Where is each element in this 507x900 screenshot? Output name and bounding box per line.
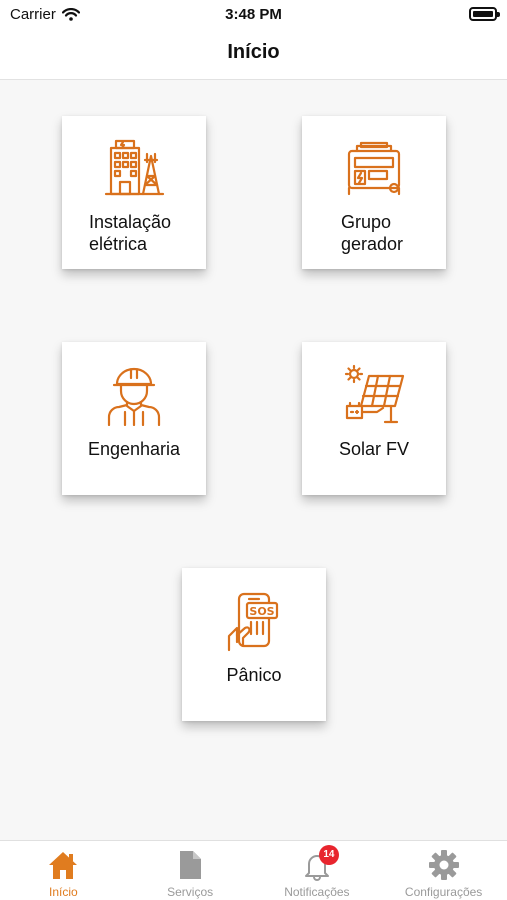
page-title: Início (227, 41, 280, 63)
card-generator[interactable]: Grupo gerador (302, 116, 446, 269)
card-label: Engenharia (87, 439, 181, 459)
status-time: 3:48 PM (225, 6, 282, 23)
svg-text:SOS: SOS (249, 605, 274, 618)
home-icon (49, 852, 78, 879)
card-label: Instalação elétrica (89, 212, 172, 254)
tab-notifications[interactable]: 14 Notificações (254, 841, 381, 900)
card-engineering[interactable]: Engenharia (62, 342, 206, 495)
solar-panel-icon (344, 364, 405, 424)
tab-label: Serviços (167, 885, 214, 899)
tab-services[interactable]: Serviços (127, 841, 254, 900)
tab-home[interactable]: Início (0, 841, 127, 900)
electrical-installation-icon (104, 139, 165, 196)
card-label: Pânico (226, 665, 282, 685)
notification-badge: 14 (318, 845, 339, 865)
tab-label: Notificações (284, 885, 350, 899)
sos-phone-icon: SOS (227, 592, 279, 652)
tab-label: Configurações (404, 885, 483, 899)
tab-label: Início (49, 885, 78, 899)
tab-settings[interactable]: Configurações (380, 841, 507, 900)
card-label: Grupo gerador (341, 212, 404, 254)
engineer-icon (107, 367, 161, 426)
card-label: Solar FV (338, 439, 410, 459)
tab-bar: Início Serviços 14 Notificações Configur… (0, 840, 507, 900)
gear-icon (428, 850, 459, 880)
generator-icon (347, 141, 401, 196)
battery-icon (469, 7, 500, 21)
card-panic[interactable]: SOS Pânico (182, 568, 326, 721)
document-icon (180, 851, 202, 879)
status-bar: Carrier 3:48 PM (0, 0, 507, 30)
card-solar[interactable]: Solar FV (302, 342, 446, 495)
card-electrical-installation[interactable]: Instalação elétrica (62, 116, 206, 269)
navigation-bar: Início (0, 30, 507, 80)
